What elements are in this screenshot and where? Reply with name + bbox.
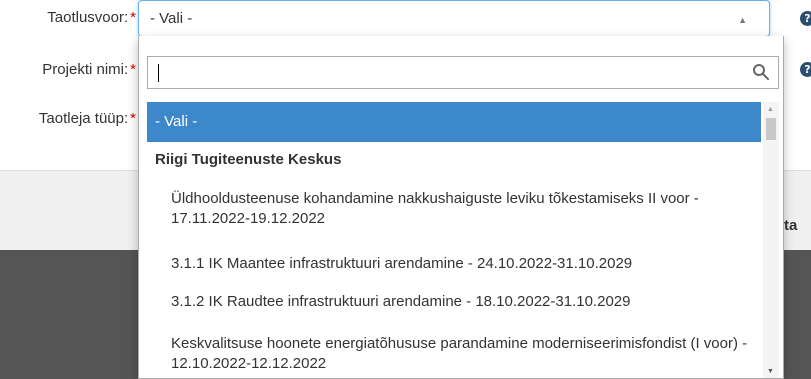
footer-button-label-partial[interactable]: ta [784, 217, 797, 234]
scroll-up-icon[interactable]: ▲ [767, 106, 774, 113]
scrollbar-thumb[interactable] [766, 118, 776, 140]
help-icon[interactable]: ? [800, 11, 811, 26]
field-label-projekti-nimi: Projekti nimi: * [42, 61, 136, 78]
scroll-down-icon[interactable]: ▼ [767, 368, 774, 375]
option-vali[interactable]: - Vali - [147, 102, 761, 142]
dropdown-search-input[interactable] [148, 57, 748, 88]
chevron-up-icon: ▲ [738, 15, 747, 25]
help-icon[interactable]: ? [800, 62, 811, 77]
select-value: - Vali - [150, 10, 193, 27]
option-item[interactable]: Keskvalitsuse hoonete energiatõhususe pa… [147, 334, 761, 374]
dropdown-search [147, 56, 779, 89]
required-mark: * [130, 9, 136, 26]
option-item[interactable]: Üldhooldusteenuse kohandamine nakkushaig… [147, 189, 761, 229]
required-mark: * [130, 110, 136, 127]
option-group-rtk: Riigi Tugiteenuste Keskus [155, 151, 342, 168]
option-item[interactable]: 3.1.1 IK Maantee infrastruktuuri arendam… [147, 254, 761, 274]
required-mark: * [130, 61, 136, 78]
dropdown-scrollbar[interactable]: ▲ ▼ [763, 102, 779, 378]
taotlusvoor-select[interactable]: - Vali - ▲ [138, 0, 770, 37]
field-label-taotlusvoor: Taotlusvoor: * [47, 9, 136, 26]
text-caret [158, 64, 159, 82]
option-item[interactable]: 3.1.2 IK Raudtee infrastruktuuri arendam… [147, 292, 761, 312]
field-label-taotleja-tuup: Taotleja tüüp: * [38, 110, 136, 127]
dropdown-options: - Vali - Riigi Tugiteenuste Keskus Üldho… [147, 102, 761, 378]
search-icon [753, 64, 769, 80]
taotlusvoor-dropdown: - Vali - Riigi Tugiteenuste Keskus Üldho… [138, 36, 784, 379]
